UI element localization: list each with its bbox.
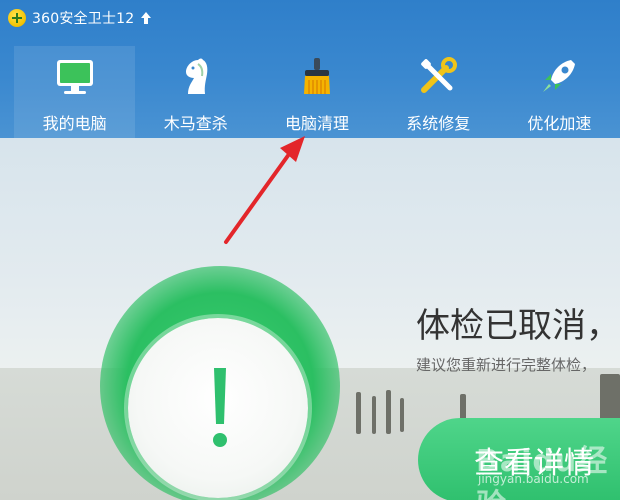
- title-bar: 360安全卫士12: [8, 8, 152, 28]
- monitor-icon: [53, 54, 97, 98]
- status-indicator: [100, 266, 340, 500]
- nav-label: 优化加速: [527, 114, 592, 133]
- nav-item-system-repair[interactable]: 系统修复: [378, 46, 499, 138]
- horse-icon: [174, 54, 218, 98]
- broom-icon: [295, 54, 339, 98]
- nav-label: 系统修复: [406, 114, 471, 133]
- nav-item-computer-cleanup[interactable]: 电脑清理: [256, 46, 377, 138]
- plus-badge-icon: [8, 9, 26, 27]
- nav-label: 我的电脑: [42, 114, 107, 133]
- background-post: [386, 390, 391, 434]
- rocket-icon: [537, 54, 581, 98]
- background-post: [400, 398, 404, 432]
- background-post: [356, 392, 361, 434]
- up-arrow-icon[interactable]: [140, 11, 152, 25]
- nav-label: 木马查杀: [163, 114, 228, 133]
- nav-item-my-computer[interactable]: 我的电脑: [14, 46, 136, 138]
- wrench-screwdriver-icon: [416, 54, 460, 98]
- background-post: [372, 396, 376, 434]
- exclamation-icon: [206, 364, 234, 454]
- scan-status-title: 体检已取消，: [416, 306, 620, 346]
- scan-status-subtitle: 建议您重新进行完整体检，: [416, 356, 597, 374]
- nav-item-optimize-speedup[interactable]: 优化加速: [499, 46, 620, 138]
- nav-label: 电脑清理: [285, 114, 350, 133]
- app-title: 360安全卫士12: [32, 11, 135, 27]
- nav-item-trojan-scan[interactable]: 木马查杀: [135, 46, 256, 138]
- main-nav: 我的电脑 木马查杀 电脑清理 系统修复 优化加速: [14, 46, 620, 138]
- watermark-url: jingyan.baidu.com: [478, 472, 589, 486]
- app-header: 360安全卫士12 我的电脑 木马查杀 电脑清理 系统修复 优化加速: [0, 0, 620, 138]
- watermark-logo: Baidu经验: [476, 444, 609, 500]
